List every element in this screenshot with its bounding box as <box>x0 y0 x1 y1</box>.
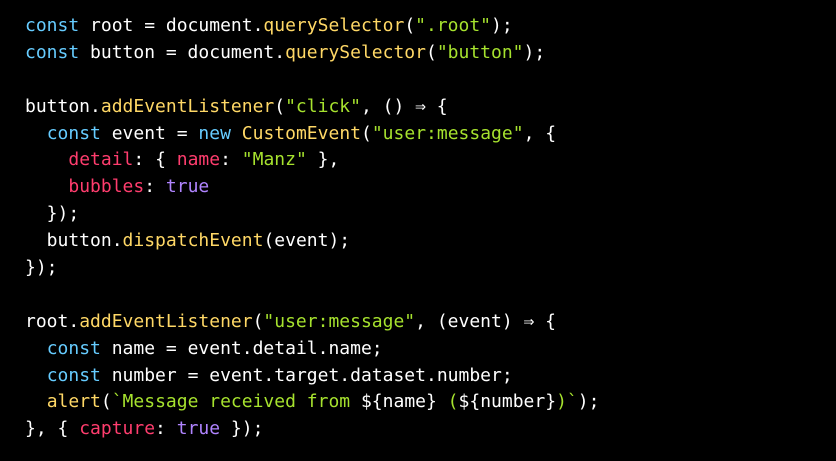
code-token-punct: ( <box>404 15 416 36</box>
code-token-punct: ); <box>523 41 546 63</box>
code-token-string: )` <box>556 391 578 413</box>
code-token-bool: true <box>176 418 221 440</box>
code-token-string: "Manz" <box>241 149 307 171</box>
code-token-punct: ( <box>252 310 264 332</box>
code-token-func: alert <box>46 391 101 413</box>
code-token-func: dispatchEvent <box>122 230 264 252</box>
code-token-punct: ( <box>425 41 437 63</box>
code-token-keyword: const <box>25 41 80 63</box>
code-token-keyword: const <box>46 122 101 144</box>
code-line: const number = event.target.dataset.numb… <box>25 363 836 390</box>
code-line: const name = event.detail.name; <box>25 336 836 363</box>
code-token-plain: name = event.detail.name; <box>100 337 383 359</box>
code-line: detail: { name: "Manz" }, <box>25 147 836 174</box>
code-token-string: `Message received from <box>111 391 361 413</box>
code-token-prop: bubbles <box>68 176 145 198</box>
code-line: }); <box>25 201 836 228</box>
code-line: root.addEventListener("user:message", (e… <box>25 309 836 336</box>
code-line: }, { capture: true }); <box>25 416 836 443</box>
code-line: const event = new CustomEvent("user:mess… <box>25 121 836 148</box>
code-token-punct: }, <box>306 149 340 171</box>
code-token-plain: root = document. <box>79 15 264 36</box>
code-token-plain: button. <box>25 230 123 252</box>
code-token-string: "button" <box>436 41 524 63</box>
code-token-plain: event = <box>100 122 199 144</box>
code-line: const root = document.querySelector(".ro… <box>25 13 836 40</box>
code-token-string: "user:message" <box>371 122 524 144</box>
code-token-plain: button = document. <box>79 41 286 63</box>
code-token-func: addEventListener <box>79 310 253 332</box>
code-token-prop: capture <box>79 418 156 440</box>
code-token-func: querySelector <box>285 41 426 63</box>
code-token-punct: ); <box>577 391 600 413</box>
code-token-keyword: new <box>198 122 231 144</box>
code-token-plain: ${name} <box>360 391 437 413</box>
code-token-punct: ); <box>491 15 513 36</box>
code-token-func: addEventListener <box>100 95 275 117</box>
code-token-punct: , () ⇒ { <box>360 95 448 117</box>
code-line: alert(`Message received from ${name} (${… <box>25 389 836 416</box>
code-line: }); <box>25 255 836 282</box>
code-token-bool: true <box>165 176 210 198</box>
code-line: button.addEventListener("click", () ⇒ { <box>25 94 836 121</box>
code-line: button.dispatchEvent(event); <box>25 228 836 255</box>
code-editor: const root = document.querySelector(".ro… <box>0 0 836 461</box>
code-token-string: "user:message" <box>263 310 416 332</box>
code-token-keyword: const <box>46 337 101 359</box>
code-token-string: "click" <box>285 95 361 117</box>
code-token-punct: : <box>220 149 242 171</box>
code-token-punct: }); <box>220 418 264 440</box>
code-token-punct: , (event) ⇒ { <box>415 310 557 332</box>
code-token-keyword: const <box>25 15 80 36</box>
code-token-plain: root. <box>25 310 80 332</box>
code-token-prop: name <box>176 149 221 171</box>
code-token-punct: }, { <box>25 418 80 440</box>
code-token-keyword: const <box>46 364 101 386</box>
code-token-punct: , { <box>523 122 557 144</box>
code-token-punct: ( <box>361 122 372 144</box>
code-token-punct: (event); <box>263 230 351 252</box>
code-token-punct: : { <box>133 149 177 171</box>
code-line: bubbles: true <box>25 174 836 201</box>
code-token-plain: }); <box>25 203 80 225</box>
code-token-punct: ( <box>274 95 286 117</box>
code-token-string: ( <box>436 391 459 413</box>
code-token-func: querySelector <box>263 15 405 36</box>
code-token-func: CustomEvent <box>241 122 361 144</box>
code-line: const button = document.querySelector("b… <box>25 40 836 67</box>
code-token-plain: number = event.target.dataset.number; <box>100 364 513 386</box>
code-token-punct: : <box>155 418 177 440</box>
code-token-plain: ${number} <box>458 391 557 413</box>
code-token-punct: : <box>144 176 166 198</box>
code-token-plain: }); <box>25 257 58 279</box>
code-token-string: ".root" <box>415 15 492 36</box>
code-token-punct: ( <box>100 391 112 413</box>
code-token-prop: detail <box>68 149 134 171</box>
code-token-plain: button. <box>25 95 101 117</box>
